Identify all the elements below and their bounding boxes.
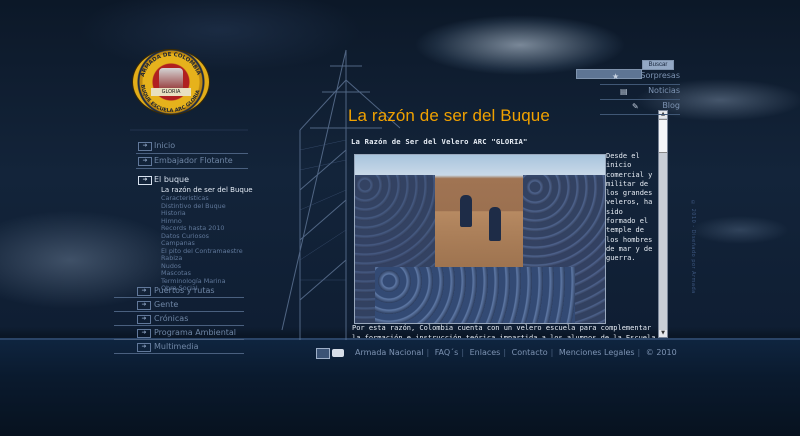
article-subtitle: La Razón de Ser del Velero ARC "GLORIA": [351, 137, 528, 146]
document-icon: ▤: [620, 87, 628, 96]
link-label: Noticias: [648, 86, 680, 95]
vertical-credit: © 2010 - Diseñado por Armada: [690, 200, 696, 294]
menu-item-gente[interactable]: ➜ Gente: [114, 298, 254, 311]
secondary-menu: ➜ Puertos y rutas ➜ Gente ➜ Crónicas ➜ Progr…: [114, 284, 254, 354]
footer-link-faq[interactable]: FAQ´s: [432, 348, 462, 357]
menu-divider: [136, 153, 248, 154]
menu-item-label: Programa Ambiental: [154, 328, 237, 337]
link-sorpresas[interactable]: ★ Sorpresas: [600, 70, 680, 85]
camera-icon[interactable]: [332, 349, 344, 357]
menu-item-label: Crónicas: [154, 314, 189, 323]
menu-item-multimedia[interactable]: ➜ Multimedia: [114, 340, 254, 353]
menu-item-label: Embajador Flotante: [154, 156, 233, 165]
footer-separator: |: [550, 348, 554, 357]
photo-officer: [460, 195, 472, 227]
arrow-icon: ➜: [137, 315, 151, 324]
scrollbar-thumb[interactable]: [659, 119, 667, 153]
crew-formation-photo: [354, 154, 606, 324]
menu-item-label: Inicio: [154, 141, 176, 150]
link-noticias[interactable]: ▤ Noticias: [600, 85, 680, 100]
arrow-icon: ➜: [137, 287, 151, 296]
footer-separator: |: [426, 348, 430, 357]
footer-links: Armada Nacional | FAQ´s | Enlaces | Contact…: [352, 348, 680, 357]
submenu-el-buque: La razón de ser del Buque Caracteristica…: [136, 186, 256, 293]
arrow-icon: ➜: [138, 176, 152, 185]
menu-item-label: Gente: [154, 300, 179, 309]
footer-separator: |: [503, 348, 507, 357]
footer-icons: [314, 346, 350, 360]
star-icon: ★: [612, 72, 620, 81]
map-icon[interactable]: [316, 348, 330, 359]
edit-icon: ✎: [632, 102, 639, 111]
quick-links: ★ Sorpresas ▤ Noticias ✎ Blog: [600, 70, 680, 115]
arrow-icon: ➜: [137, 343, 151, 352]
menu-item-el-buque[interactable]: ➜ El buque: [136, 174, 256, 186]
menu-divider: [114, 353, 244, 354]
footer-link-armada[interactable]: Armada Nacional: [352, 348, 426, 357]
article-body-text: Por esta razón, Colombia cuenta con un v…: [352, 324, 656, 338]
article-side-text: Desde el inicio comercial y militar de l…: [606, 152, 653, 263]
link-blog[interactable]: ✎ Blog: [600, 100, 680, 115]
arrow-icon: ➜: [137, 301, 151, 310]
link-label: Blog: [662, 101, 680, 110]
menu-item-puertos[interactable]: ➜ Puertos y rutas: [114, 284, 254, 297]
arrow-icon: ➜: [138, 157, 152, 166]
arrow-icon: ➜: [138, 142, 152, 151]
menu-item-cronicas[interactable]: ➜ Crónicas: [114, 312, 254, 325]
link-label: Sorpresas: [640, 71, 680, 80]
armada-logo[interactable]: ARMADA DE COLOMBIA BUQUE ESCUELA ARC GLO…: [133, 50, 209, 114]
footer-link-contacto[interactable]: Contacto: [509, 348, 551, 357]
footer-link-menciones[interactable]: Menciones Legales: [556, 348, 638, 357]
menu-item-label: Multimedia: [154, 342, 199, 351]
footer-separator: |: [637, 348, 641, 357]
content-panel: La razón de ser del Buque La Razón de Se…: [348, 106, 666, 338]
menu-item-programa-ambiental[interactable]: ➜ Programa Ambiental: [114, 326, 254, 339]
footer-separator: |: [461, 348, 465, 357]
footer-link-enlaces[interactable]: Enlaces: [467, 348, 504, 357]
menu-divider: [136, 168, 248, 169]
menu-item-label: El buque: [154, 175, 190, 184]
scroll-down-icon[interactable]: ▼: [659, 330, 667, 337]
search-button[interactable]: Buscar: [642, 60, 674, 70]
footer-copyright: © 2010: [645, 348, 677, 357]
logo-ribbon: GLORIA: [151, 88, 191, 96]
photo-crew-front: [375, 267, 575, 323]
content-scrollbar[interactable]: ▲ ▼: [658, 110, 668, 338]
menu-item-inicio[interactable]: ➜ Inicio: [136, 140, 256, 152]
main-menu: ➜ Inicio ➜ Embajador Flotante ➜ El buque La…: [136, 140, 256, 293]
photo-officer: [489, 207, 501, 241]
menu-item-embajador[interactable]: ➜ Embajador Flotante: [136, 155, 256, 167]
menu-item-label: Puertos y rutas: [154, 286, 215, 295]
arrow-icon: ➜: [137, 329, 151, 338]
